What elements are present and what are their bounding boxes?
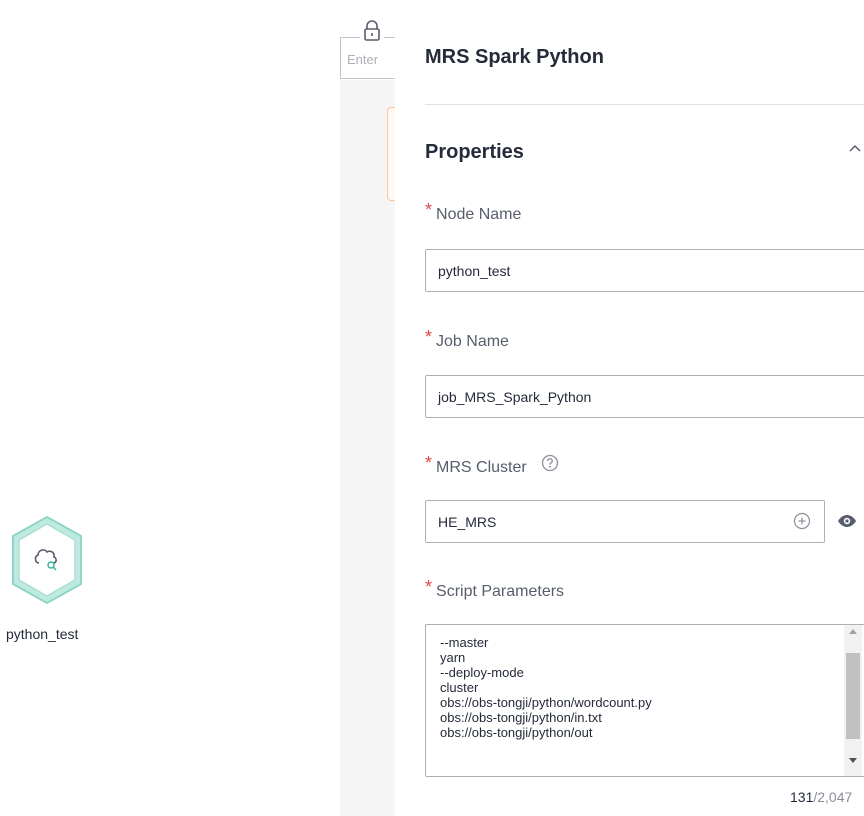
script-parameters-textarea[interactable]: --master yarn --deploy-mode cluster obs:… — [425, 624, 864, 777]
node-name-input[interactable]: python_test — [425, 249, 864, 292]
mrs-cluster-select[interactable]: HE_MRS — [425, 500, 825, 543]
scroll-thumb[interactable] — [846, 653, 860, 739]
panel-divider — [425, 104, 864, 105]
add-cluster-icon[interactable] — [793, 512, 811, 530]
scroll-up-arrow-icon[interactable] — [849, 629, 857, 634]
node-name-value: python_test — [438, 263, 511, 279]
spark-python-node-icon — [12, 515, 82, 605]
properties-panel: MRS Spark Python Properties * Node Name p… — [395, 0, 864, 816]
script-parameters-text: --master yarn --deploy-mode cluster obs:… — [440, 635, 652, 740]
script-parameters-label: * Script Parameters — [425, 577, 565, 600]
required-marker: * — [425, 453, 433, 473]
workflow-node[interactable]: python_test — [6, 515, 84, 642]
view-eye-icon[interactable] — [836, 512, 858, 530]
job-name-label: * Job Name — [425, 327, 509, 350]
job-name-input[interactable]: job_MRS_Spark_Python — [425, 375, 864, 418]
required-marker: * — [425, 577, 433, 597]
chevron-up-icon[interactable] — [847, 140, 863, 156]
character-counter: 131/2,047 — [790, 789, 853, 805]
job-name-value: job_MRS_Spark_Python — [438, 389, 592, 405]
search-placeholder: Enter — [347, 52, 379, 67]
workflow-canvas[interactable]: Enter python_test — [0, 0, 400, 816]
section-title: Properties — [425, 141, 524, 163]
required-marker: * — [425, 327, 433, 347]
help-icon[interactable] — [541, 454, 559, 477]
panel-title: MRS Spark Python — [425, 46, 604, 68]
mrs-cluster-label: * MRS Cluster — [425, 453, 559, 479]
scroll-down-arrow-icon[interactable] — [849, 758, 857, 763]
mrs-cluster-value: HE_MRS — [438, 514, 497, 530]
node-label: python_test — [6, 626, 79, 642]
node-name-label: * Node Name — [425, 200, 522, 223]
required-marker: * — [425, 200, 433, 220]
textarea-scrollbar[interactable] — [844, 625, 862, 776]
lock-icon[interactable] — [360, 18, 384, 44]
